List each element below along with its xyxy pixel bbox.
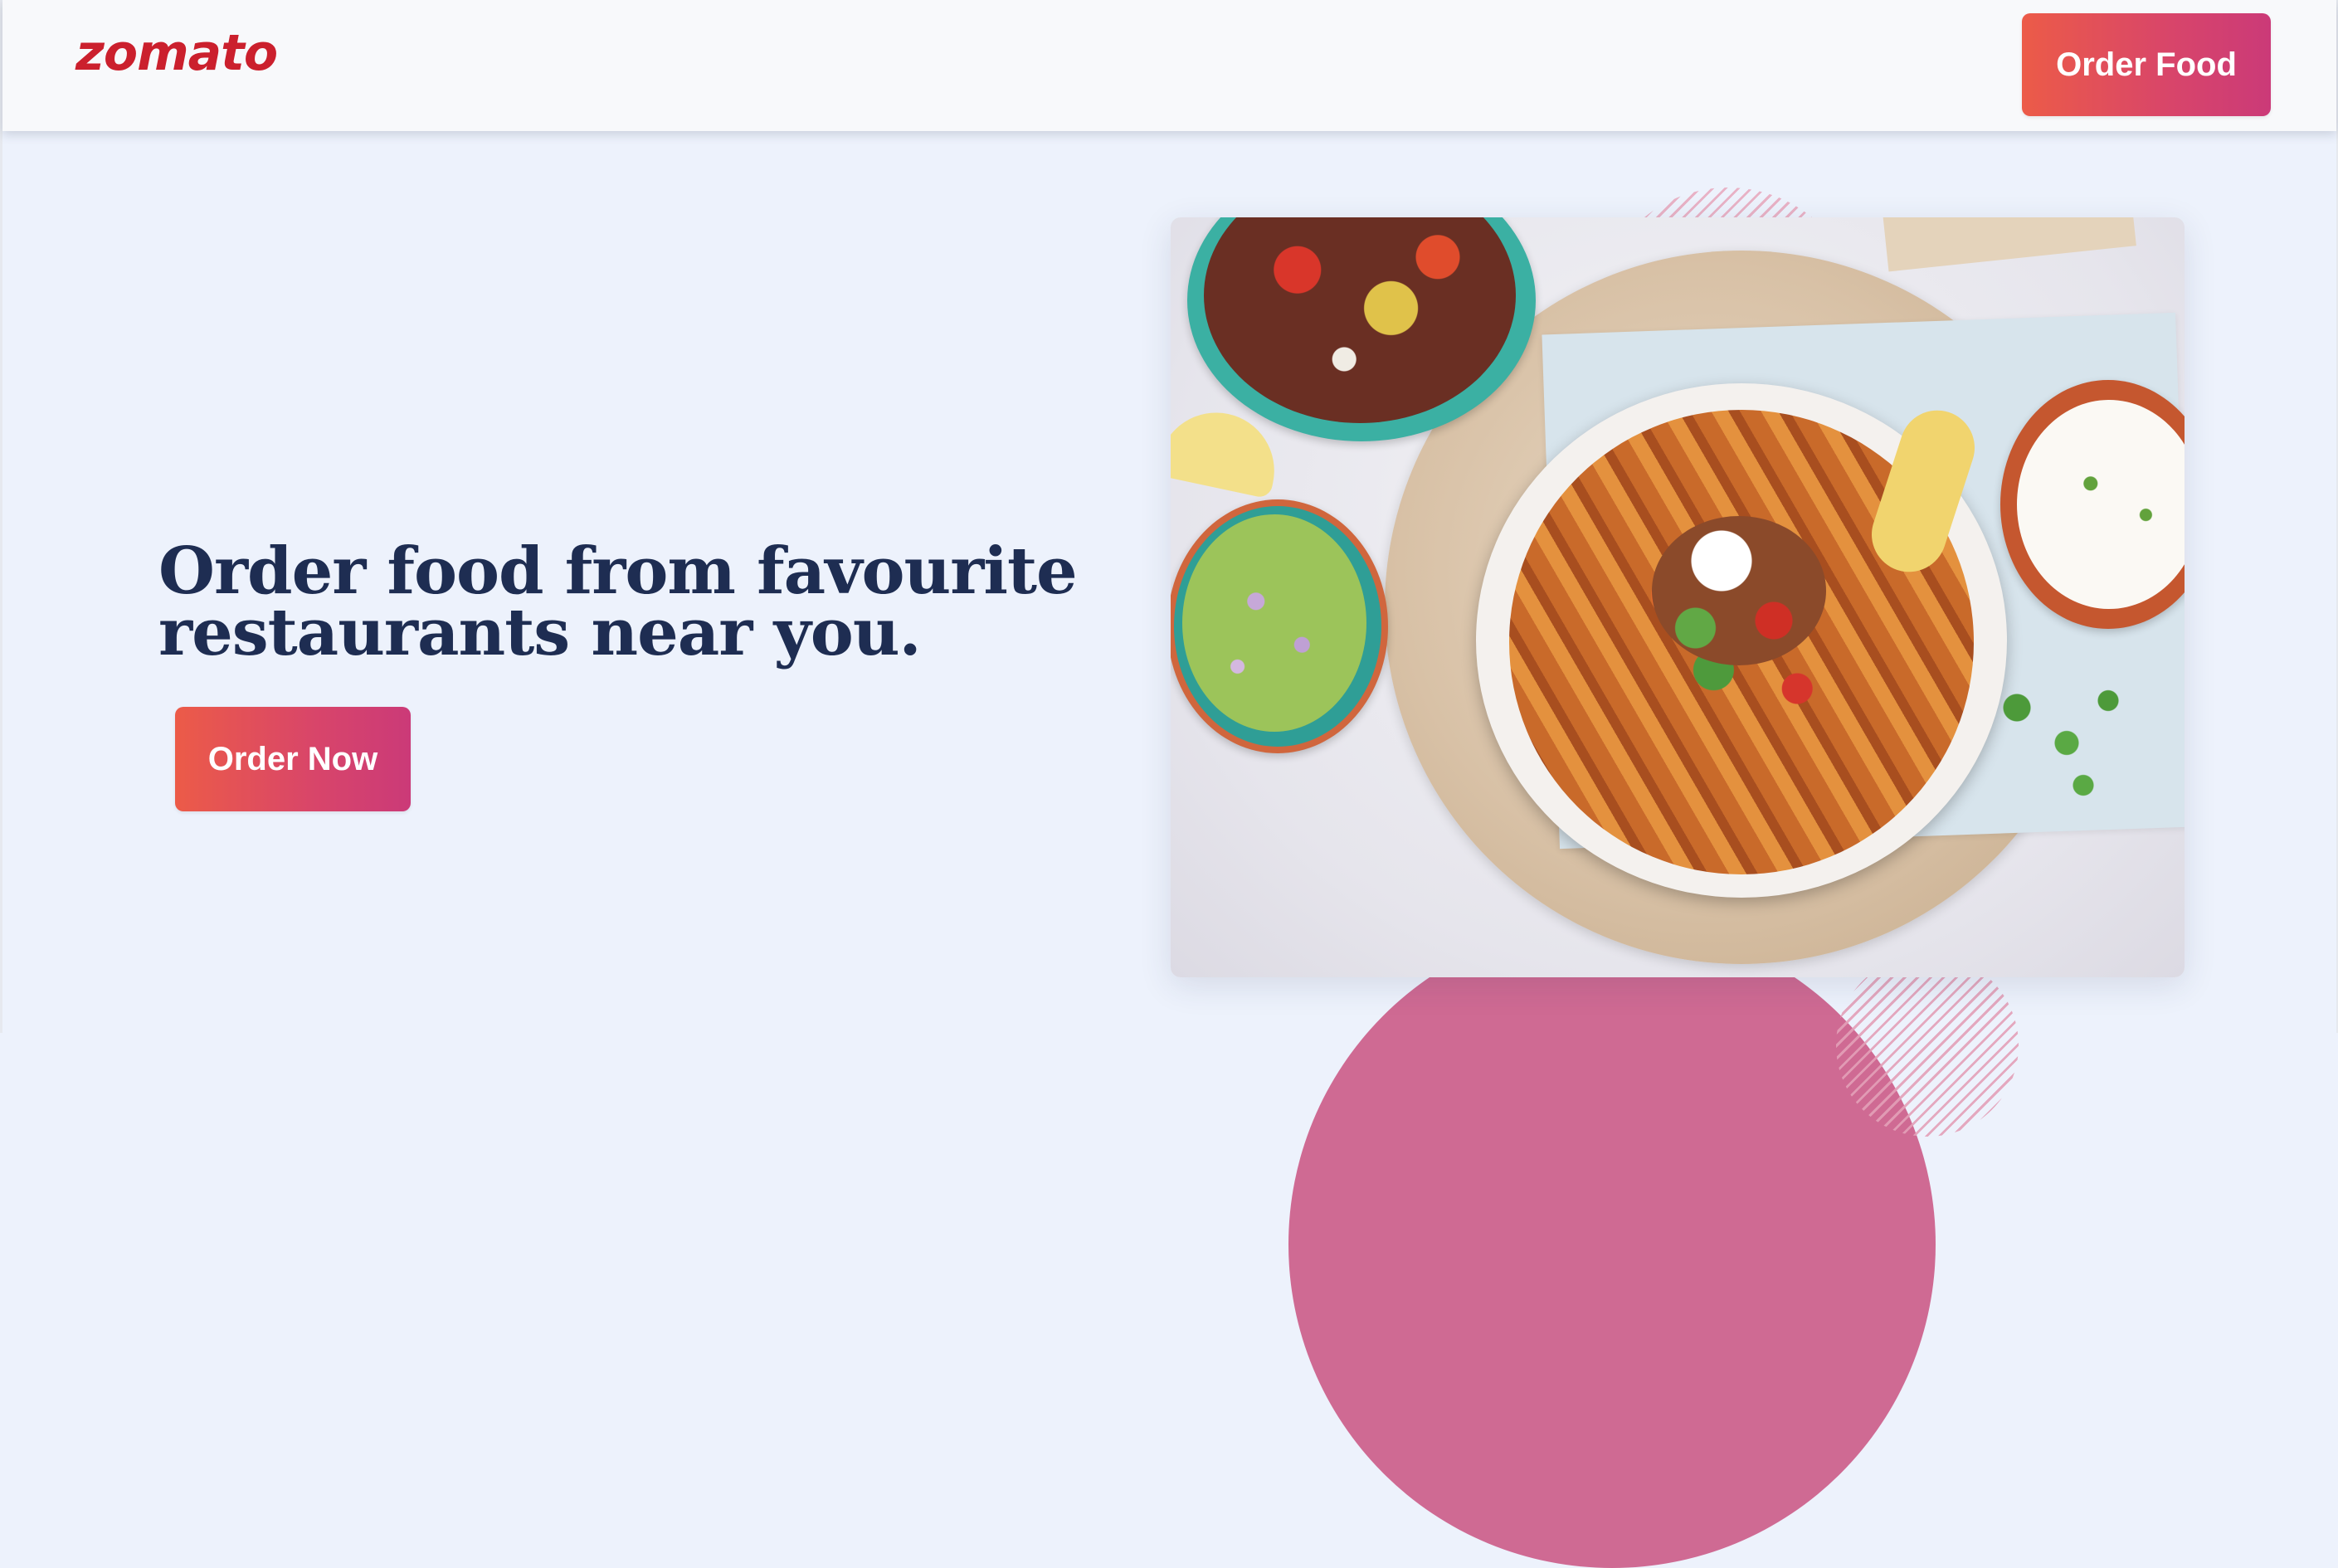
order-now-button[interactable]: Order Now [175, 707, 411, 811]
hero-headline-line-2: restaurants near you. [158, 595, 922, 670]
top-navbar: zomato Order Food [2, 0, 2336, 131]
hero-food-image [1171, 217, 2185, 977]
herbs [1984, 665, 2150, 806]
fries-toppings [1652, 516, 1826, 665]
hero-headline: Order food from favourite restaurants ne… [158, 533, 1078, 670]
cutting-board-edge [1881, 217, 2136, 272]
decorative-pink-circle [1288, 921, 1936, 1568]
guacamole [1182, 514, 1366, 732]
order-food-button[interactable]: Order Food [2022, 13, 2271, 116]
zomato-logo[interactable]: zomato [75, 28, 278, 78]
decorative-striped-circle [1836, 954, 2019, 1137]
hero-headline-line-1: Order food from favourite [158, 533, 1078, 609]
